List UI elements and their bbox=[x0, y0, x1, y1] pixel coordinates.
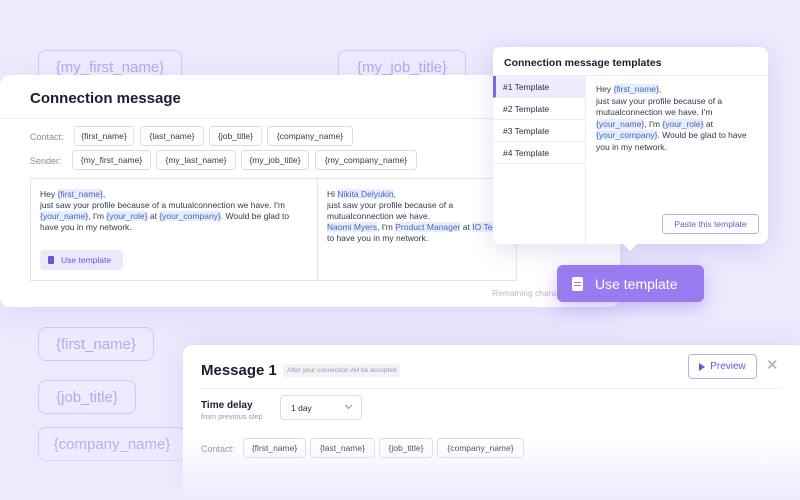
text: , I'm bbox=[88, 211, 104, 221]
contact-label: Contact: bbox=[201, 444, 235, 454]
template-preview: Hey {first_name}, just saw your profile … bbox=[596, 84, 761, 153]
contact-var-first-name[interactable]: {first_name} bbox=[243, 438, 306, 458]
text: , I'm bbox=[377, 222, 393, 232]
var-token: {first_name} bbox=[57, 189, 103, 199]
message-title: Message 1 bbox=[201, 362, 277, 379]
var-token: {your_company} bbox=[596, 130, 658, 140]
text: Hey bbox=[40, 189, 56, 199]
play-icon bbox=[699, 362, 706, 371]
sender-var-my-first-name[interactable]: {my_first_name} bbox=[72, 150, 151, 170]
template-item-3[interactable]: #3 Template bbox=[493, 120, 585, 142]
templates-popup-title: Connection message templates bbox=[504, 57, 662, 69]
text: at bbox=[460, 222, 470, 232]
text: just saw your profile because of a mutua… bbox=[40, 200, 285, 210]
bg-chip-first-name: {first_name} bbox=[38, 327, 154, 361]
text: , bbox=[102, 189, 106, 199]
bg-chip-company-name: {company_name} bbox=[38, 427, 186, 461]
text: to have you in my network. bbox=[327, 233, 429, 243]
text: , bbox=[393, 189, 396, 199]
contact-var-last-name[interactable]: {last_name} bbox=[140, 126, 204, 146]
text: , I'm bbox=[644, 118, 660, 129]
contact-var-company-name[interactable]: {company_name} bbox=[267, 126, 353, 146]
use-template-label: Use template bbox=[61, 255, 112, 265]
text: at bbox=[703, 118, 713, 129]
contact-var-job-title[interactable]: {job_title} bbox=[209, 126, 262, 146]
use-template-button-small[interactable]: Use template bbox=[40, 250, 123, 270]
text: Hi bbox=[327, 189, 336, 199]
message-step-card: Message 1 After your connection will be … bbox=[183, 345, 800, 500]
filled-token: Naomi Myers bbox=[327, 222, 378, 232]
time-delay-sublabel: from previous step bbox=[201, 412, 263, 421]
contact-var-company-name[interactable]: {company_name} bbox=[437, 438, 524, 458]
text: , bbox=[658, 84, 662, 94]
message-preview: Hi Nikita Delyukin, just saw your profil… bbox=[317, 178, 517, 281]
sender-var-my-job-title[interactable]: {my_job_title} bbox=[241, 150, 309, 170]
message-note: After your connection will be accepted bbox=[283, 364, 401, 377]
template-item-2[interactable]: #2 Template bbox=[493, 98, 585, 120]
paste-template-button[interactable]: Paste this template bbox=[662, 214, 759, 234]
preview-label: Preview bbox=[710, 361, 746, 372]
document-icon bbox=[48, 256, 54, 264]
close-icon[interactable]: ✕ bbox=[766, 356, 779, 374]
sender-label: Sender: bbox=[30, 156, 62, 166]
contact-var-job-title[interactable]: {job_title} bbox=[379, 438, 433, 458]
text: Hey bbox=[596, 84, 612, 94]
var-token: {your_role} bbox=[662, 118, 704, 129]
template-item-1[interactable]: #1 Template bbox=[493, 76, 585, 98]
delay-value: 1 day bbox=[291, 402, 312, 413]
contact-label: Contact: bbox=[30, 132, 64, 142]
text: just saw your profile because of a mutua… bbox=[327, 200, 454, 221]
chevron-down-icon bbox=[344, 401, 353, 410]
filled-token: Nikita Delyukin bbox=[337, 189, 394, 199]
time-delay-select[interactable]: 1 day bbox=[280, 395, 362, 420]
sender-var-my-company-name[interactable]: {my_company_name} bbox=[315, 150, 417, 170]
use-template-button[interactable]: Use template bbox=[557, 265, 704, 302]
remaining-characters: Remaining chara bbox=[492, 288, 557, 298]
time-delay-label: Time delay bbox=[201, 400, 253, 411]
connection-message-title: Connection message bbox=[30, 90, 181, 107]
var-token: {your_name} bbox=[596, 118, 645, 129]
var-token: {your_role} bbox=[106, 211, 148, 221]
filled-token: Product Manager bbox=[395, 222, 461, 232]
text: at bbox=[147, 211, 157, 221]
preview-button[interactable]: Preview bbox=[688, 354, 757, 379]
divider bbox=[201, 388, 782, 389]
text: just saw your profile because of a mutua… bbox=[596, 95, 723, 118]
template-item-4[interactable]: #4 Template bbox=[493, 142, 585, 164]
use-template-label: Use template bbox=[595, 275, 678, 292]
popup-pointer bbox=[622, 243, 638, 251]
bg-chip-job-title: {job_title} bbox=[38, 380, 136, 414]
templates-popup: Connection message templates #1 Template… bbox=[493, 47, 768, 244]
var-token: {first_name} bbox=[613, 84, 659, 94]
var-token: {your_name} bbox=[40, 211, 89, 221]
contact-var-last-name[interactable]: {last_name} bbox=[310, 438, 375, 458]
var-token: {your_company} bbox=[159, 211, 221, 221]
contact-var-first-name[interactable]: {first_name} bbox=[74, 126, 134, 146]
document-icon bbox=[572, 276, 583, 291]
sender-var-my-last-name[interactable]: {my_last_name} bbox=[156, 150, 236, 170]
template-list: #1 Template #2 Template #3 Template #4 T… bbox=[493, 76, 586, 244]
